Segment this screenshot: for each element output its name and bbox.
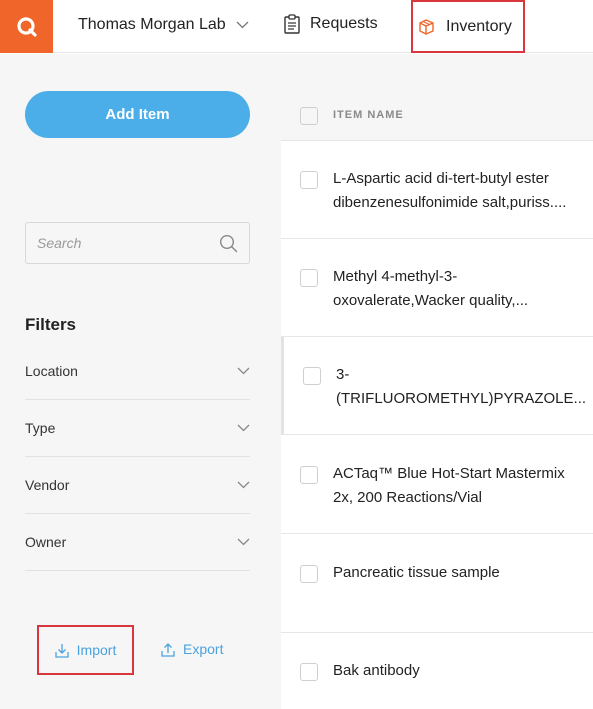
filter-location[interactable]: Location — [25, 343, 250, 400]
search-icon[interactable] — [219, 234, 238, 253]
row-checkbox[interactable] — [300, 171, 318, 189]
chevron-down-icon — [237, 367, 250, 375]
export-label: Export — [183, 641, 224, 657]
filter-type[interactable]: Type — [25, 400, 250, 457]
list-item[interactable]: Pancreatic tissue sample — [281, 535, 593, 633]
item-name: ACTaq™ Blue Hot-Start Mastermix 2x, 200 … — [333, 465, 565, 506]
filter-owner[interactable]: Owner — [25, 514, 250, 571]
sidebar: Add Item Filters Location Type Vendor Ow… — [0, 54, 281, 709]
list-item[interactable]: L-Aspartic acid di-tert-butyl ester dibe… — [281, 141, 593, 239]
item-name: Methyl 4-methyl-3-oxovalerate,Wacker qua… — [333, 268, 529, 309]
upload-icon — [161, 642, 175, 657]
import-label: Import — [76, 642, 117, 658]
row-checkbox[interactable] — [300, 466, 318, 484]
add-item-button[interactable]: Add Item — [25, 91, 250, 138]
filters-heading: Filters — [25, 315, 77, 334]
download-icon — [55, 643, 69, 658]
search-input[interactable] — [26, 223, 216, 263]
filter-label: Owner — [25, 534, 67, 550]
item-name: Pancreatic tissue sample — [333, 564, 500, 581]
chevron-down-icon — [237, 424, 250, 432]
list-item[interactable]: 3-(TRIFLUOROMETHYL)PYRAZOLE... — [281, 337, 593, 435]
inventory-list: ITEM NAME L-Aspartic acid di-tert-butyl … — [281, 54, 593, 709]
app-logo[interactable] — [0, 0, 53, 53]
item-name: L-Aspartic acid di-tert-butyl ester dibe… — [333, 170, 567, 211]
list-header: ITEM NAME — [281, 54, 593, 141]
list-item[interactable]: Bak antibody — [281, 633, 593, 709]
chevron-down-icon — [237, 538, 250, 546]
nav-requests-label: Requests — [310, 15, 378, 32]
chevron-down-icon — [237, 481, 250, 489]
select-all-checkbox[interactable] — [300, 107, 318, 125]
quartzy-logo-icon — [16, 16, 37, 37]
filter-label: Vendor — [25, 477, 70, 493]
list-item[interactable]: ACTaq™ Blue Hot-Start Mastermix 2x, 200 … — [281, 436, 593, 534]
lab-selector[interactable]: Thomas Morgan Lab — [78, 14, 249, 36]
box-icon — [417, 18, 435, 36]
import-button[interactable]: Import — [37, 625, 134, 675]
lab-name: Thomas Morgan Lab — [78, 16, 226, 33]
nav-requests[interactable]: Requests — [284, 12, 378, 36]
export-button[interactable]: Export — [161, 638, 223, 660]
search-box — [25, 222, 250, 264]
filter-vendor[interactable]: Vendor — [25, 457, 250, 514]
item-name: Bak antibody — [333, 662, 420, 679]
row-checkbox[interactable] — [300, 269, 318, 287]
row-checkbox[interactable] — [303, 367, 321, 385]
chevron-down-icon — [236, 21, 249, 29]
nav-inventory[interactable]: Inventory — [411, 0, 525, 53]
row-checkbox[interactable] — [300, 663, 318, 681]
item-name: 3-(TRIFLUOROMETHYL)PYRAZOLE... — [336, 366, 587, 407]
filter-label: Type — [25, 420, 56, 436]
clipboard-icon — [284, 14, 300, 34]
list-item[interactable]: Methyl 4-methyl-3-oxovalerate,Wacker qua… — [281, 239, 593, 337]
row-checkbox[interactable] — [300, 565, 318, 583]
top-navbar: Thomas Morgan Lab Requests Inventory — [0, 0, 593, 53]
filter-label: Location — [25, 363, 78, 379]
nav-inventory-label: Inventory — [446, 17, 512, 35]
column-header-item-name: ITEM NAME — [333, 109, 404, 121]
